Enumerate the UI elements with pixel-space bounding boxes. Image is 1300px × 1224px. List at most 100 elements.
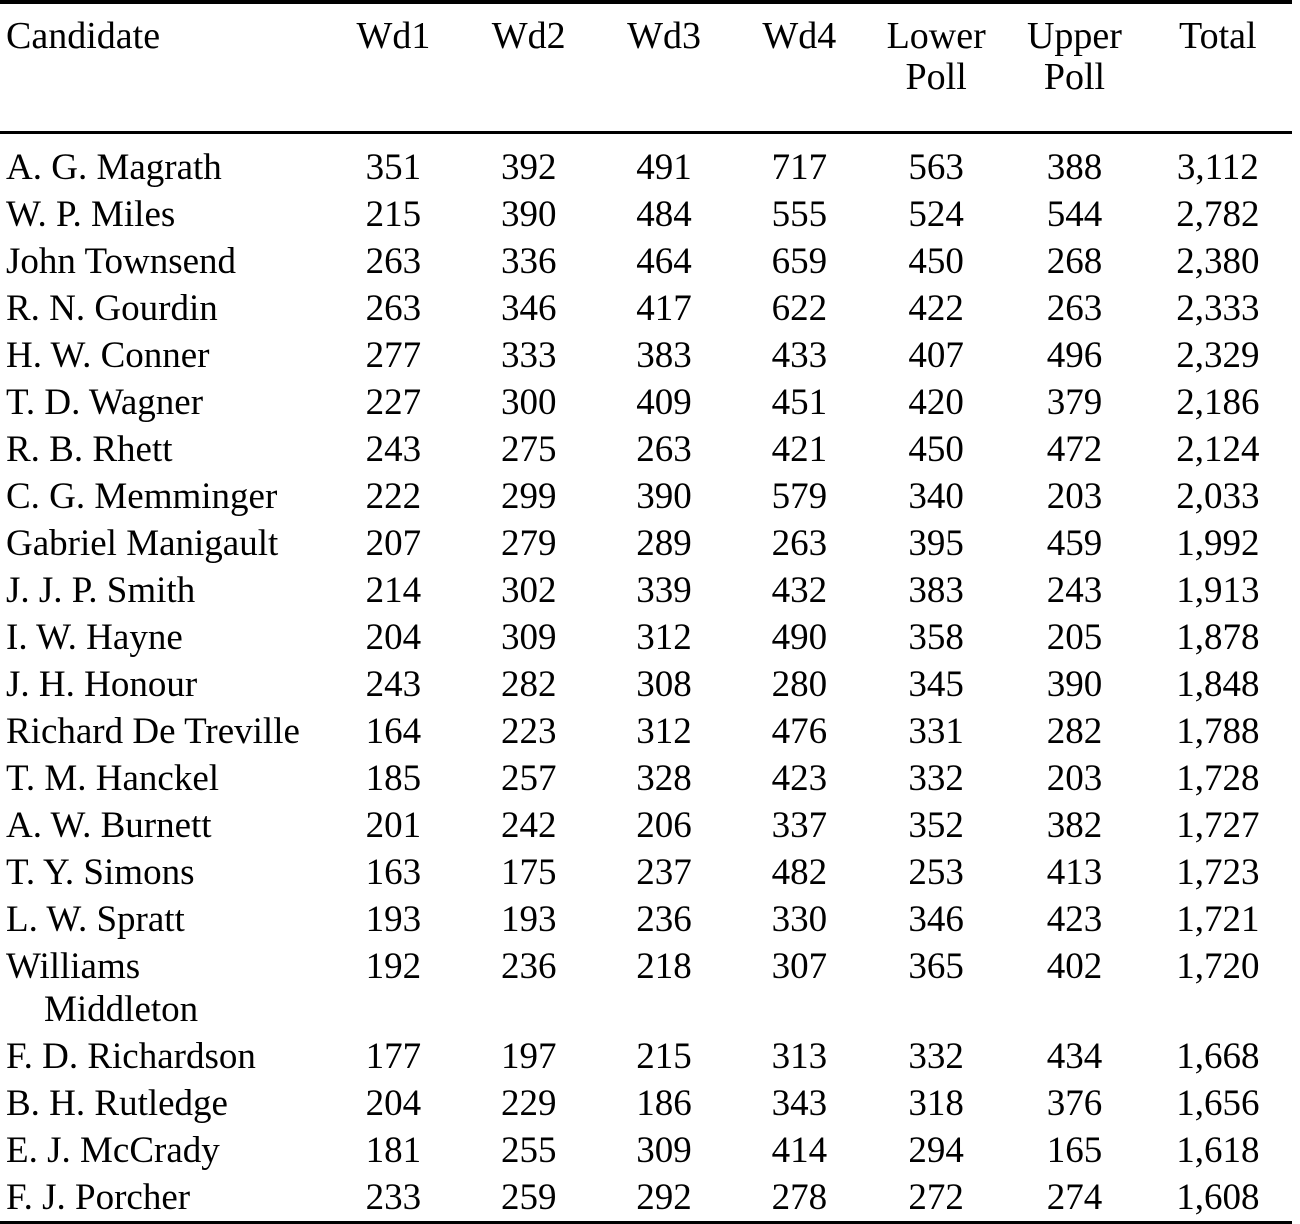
candidate-name: W. P. Miles	[6, 194, 176, 236]
cell-total: 2,186	[1176, 382, 1260, 424]
cell-wd4: 330	[771, 899, 828, 941]
cell-lower-poll: 318	[908, 1083, 964, 1125]
column-header-wd3: Wd3	[627, 15, 701, 57]
cell-lower-poll: 352	[908, 805, 964, 847]
cell-wd2: 300	[500, 382, 557, 424]
cell-lower-poll: 422	[908, 288, 964, 330]
cell-upper-poll: 263	[1046, 288, 1103, 330]
cell-wd2: 390	[500, 194, 557, 236]
table-row: H. W. Conner 277 333 383 433 407 496 2,329	[0, 332, 1292, 379]
cell-wd1: 204	[365, 1083, 422, 1125]
cell-wd1: 351	[365, 147, 422, 189]
cell-wd3: 383	[636, 335, 692, 377]
candidate-name-cell: I. W. Hayne	[0, 614, 326, 661]
cell-upper-poll: 165	[1046, 1130, 1103, 1172]
cell-wd1: 193	[365, 899, 422, 941]
table-row: T. M. Hanckel 185 257 328 423 332 203 1,728	[0, 755, 1292, 802]
cell-wd4: 423	[771, 758, 828, 800]
cell-total: 2,333	[1176, 288, 1260, 330]
cell-wd4: 622	[771, 288, 828, 330]
table-row: W. P. Miles 215 390 484 555 524 544 2,782	[0, 191, 1292, 238]
table-header: Candidate Wd1 Wd2 Wd3 Wd4 Lower Poll Upp…	[0, 0, 1292, 136]
cell-wd3: 390	[636, 476, 692, 518]
cell-wd4: 307	[771, 946, 828, 988]
cell-lower-poll: 524	[908, 194, 964, 236]
cell-wd1: 204	[365, 617, 422, 659]
cell-wd3: 218	[636, 946, 692, 988]
cell-wd3: 309	[636, 1130, 692, 1172]
column-header-wd4: Wd4	[762, 15, 837, 57]
candidate-name: L. W. Spratt	[6, 899, 185, 941]
cell-wd4: 337	[771, 805, 828, 847]
cell-wd2: 346	[500, 288, 557, 330]
cell-wd1: 207	[365, 523, 422, 565]
cell-wd3: 289	[636, 523, 692, 565]
candidate-name: Richard De Treville	[6, 711, 300, 753]
cell-upper-poll: 282	[1046, 711, 1103, 753]
cell-total: 1,656	[1176, 1083, 1260, 1125]
table-sheet: Candidate Wd1 Wd2 Wd3 Wd4 Lower Poll Upp…	[0, 0, 1300, 1224]
cell-upper-poll: 459	[1046, 523, 1103, 565]
cell-wd4: 421	[771, 429, 828, 471]
cell-wd1: 277	[365, 335, 422, 377]
cell-total: 1,720	[1176, 946, 1260, 988]
cell-total: 1,788	[1176, 711, 1260, 753]
cell-wd3: 312	[636, 617, 692, 659]
cell-lower-poll: 563	[908, 147, 964, 189]
cell-wd2: 302	[500, 570, 557, 612]
cell-wd1: 243	[365, 429, 422, 471]
candidate-name-cell: A. G. Magrath	[0, 144, 326, 191]
table-row: I. W. Hayne 204 309 312 490 358 205 1,878	[0, 614, 1292, 661]
column-header-upper-poll: Upper Poll	[1005, 4, 1143, 97]
cell-wd4: 343	[771, 1083, 828, 1125]
cell-wd2: 336	[500, 241, 557, 283]
candidate-name: I. W. Hayne	[6, 617, 183, 659]
cell-wd1: 214	[365, 570, 422, 612]
table-row: J. H. Honour 243 282 308 280 345 390 1,848	[0, 661, 1292, 708]
cell-wd3: 491	[636, 147, 692, 189]
upper-poll-line1: Upper	[1026, 15, 1122, 57]
cell-upper-poll: 203	[1046, 476, 1103, 518]
cell-wd3: 237	[636, 852, 692, 894]
cell-wd3: 186	[636, 1083, 692, 1125]
cell-wd4: 451	[771, 382, 828, 424]
cell-upper-poll: 402	[1046, 946, 1103, 988]
candidate-name-cell: C. G. Memminger	[0, 473, 326, 520]
cell-wd4: 659	[771, 241, 828, 283]
cell-lower-poll: 450	[908, 429, 964, 471]
candidate-name: B. H. Rutledge	[6, 1083, 228, 1125]
cell-wd1: 201	[365, 805, 422, 847]
candidate-name: J. J. P. Smith	[6, 570, 196, 612]
cell-total: 2,124	[1176, 429, 1260, 471]
cell-wd2: 279	[500, 523, 557, 565]
candidate-name: Gabriel Manigault	[6, 523, 279, 565]
cell-wd4: 432	[771, 570, 828, 612]
candidate-name-cell: Williams Middleton	[0, 943, 326, 1033]
candidate-name: F. D. Richardson	[6, 1036, 256, 1078]
table-row: R. B. Rhett 243 275 263 421 450 472 2,124	[0, 426, 1292, 473]
cell-total: 1,848	[1176, 664, 1260, 706]
candidate-name: T. Y. Simons	[6, 852, 195, 894]
cell-wd2: 242	[500, 805, 557, 847]
cell-upper-poll: 544	[1046, 194, 1103, 236]
cell-wd3: 417	[636, 288, 692, 330]
cell-wd2: 299	[500, 476, 557, 518]
cell-total: 2,329	[1176, 335, 1260, 377]
lower-poll-line2: Poll	[905, 55, 967, 98]
cell-wd1: 185	[365, 758, 422, 800]
cell-wd2: 197	[500, 1036, 557, 1078]
cell-wd1: 222	[365, 476, 422, 518]
cell-upper-poll: 203	[1046, 758, 1103, 800]
lower-poll-line1: Lower	[886, 15, 986, 57]
candidate-name: C. G. Memminger	[6, 476, 278, 518]
cell-lower-poll: 253	[908, 852, 964, 894]
cell-lower-poll: 383	[908, 570, 964, 612]
candidate-name-cell: H. W. Conner	[0, 332, 326, 379]
cell-upper-poll: 423	[1046, 899, 1103, 941]
candidate-name-cell: B. H. Rutledge	[0, 1080, 326, 1127]
cell-wd4: 579	[771, 476, 828, 518]
column-header-total: Total	[1179, 15, 1257, 57]
cell-lower-poll: 365	[908, 946, 964, 988]
cell-wd1: 164	[365, 711, 422, 753]
cell-lower-poll: 345	[908, 664, 964, 706]
